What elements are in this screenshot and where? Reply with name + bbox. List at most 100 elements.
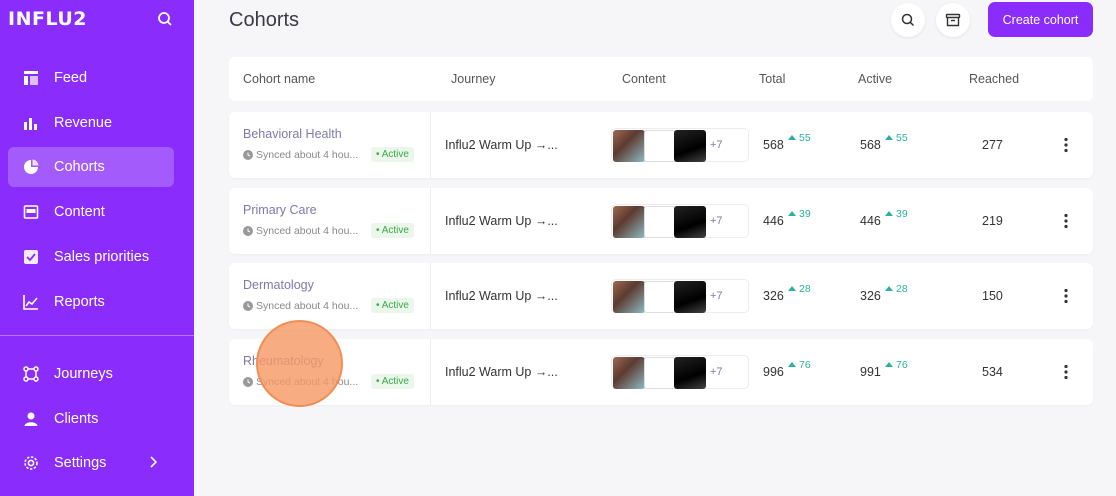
sync-status: Synced about 4 hou... [256, 149, 359, 161]
content-thumbnail [613, 206, 645, 238]
total-delta: 28 [788, 283, 811, 295]
active-delta: 28 [885, 283, 908, 295]
sidebar-item-label: Cohorts [54, 159, 105, 175]
content-thumbnail [613, 130, 645, 162]
feed-icon [22, 69, 40, 87]
arrow-up-icon [885, 286, 893, 291]
reached-count: 150 [982, 289, 1003, 303]
more-options-icon[interactable] [1063, 137, 1069, 153]
arrow-up-icon [788, 286, 796, 291]
column-divider [430, 339, 431, 405]
content-thumbnail [674, 281, 706, 313]
journey-link[interactable]: Influ2 Warm Up →... [445, 138, 558, 152]
journey-link[interactable]: Influ2 Warm Up →... [445, 289, 558, 303]
search-icon[interactable] [156, 10, 174, 28]
clock-icon [243, 226, 253, 236]
content-thumbnails[interactable]: +7 [611, 355, 749, 389]
clock-icon [243, 301, 253, 311]
active-delta-value: 28 [896, 283, 908, 295]
sidebar-item-label: Content [54, 204, 105, 220]
sidebar-item-reports[interactable]: Reports [8, 282, 174, 322]
content-thumbnail [644, 206, 676, 238]
sidebar: INFLU2 Feed Revenue Cohorts Content Sale… [0, 0, 194, 496]
pie-chart-icon [22, 158, 40, 176]
more-options-icon[interactable] [1063, 213, 1069, 229]
sidebar-item-label: Revenue [54, 115, 113, 131]
content-thumbnail [644, 281, 676, 313]
active-count: 568 [860, 138, 881, 152]
content-thumbnail [674, 130, 706, 162]
sidebar-item-settings[interactable]: Settings [8, 443, 174, 483]
active-count: 326 [860, 289, 881, 303]
journey-link[interactable]: Influ2 Warm Up →... [445, 365, 558, 379]
table-row[interactable]: Behavioral Health Synced about 4 hou... … [229, 112, 1093, 178]
sidebar-divider [0, 335, 194, 336]
checkbox-icon [22, 248, 40, 266]
arrow-up-icon [788, 362, 796, 367]
journey-link[interactable]: Influ2 Warm Up →... [445, 214, 558, 228]
sync-status: Synced about 4 hou... [256, 225, 359, 237]
active-delta-value: 39 [896, 208, 908, 220]
table-row[interactable]: Rheumatology Synced about 4 hou... • Act… [229, 339, 1093, 405]
cohort-name-link[interactable]: Primary Care [243, 203, 317, 217]
sidebar-item-sales-priorities[interactable]: Sales priorities [8, 237, 174, 277]
column-divider [430, 263, 431, 329]
clock-icon [243, 377, 253, 387]
table-row[interactable]: Dermatology Synced about 4 hou... • Acti… [229, 263, 1093, 329]
active-delta: 55 [885, 132, 908, 144]
table-row[interactable]: Primary Care Synced about 4 hou... • Act… [229, 188, 1093, 254]
active-delta-value: 76 [896, 359, 908, 371]
content-thumbnail [674, 357, 706, 389]
clock-icon [243, 150, 253, 160]
sidebar-item-journeys[interactable]: Journeys [8, 354, 174, 394]
sync-status: Synced about 4 hou... [256, 300, 359, 312]
more-content-count: +7 [710, 215, 723, 227]
page-title: Cohorts [229, 9, 300, 31]
reached-count: 534 [982, 365, 1003, 379]
arrow-up-icon [788, 211, 796, 216]
sidebar-item-label: Settings [54, 455, 107, 471]
search-icon [901, 13, 915, 27]
total-delta-value: 28 [799, 283, 811, 295]
more-content-count: +7 [710, 290, 723, 302]
content-thumbnails[interactable]: +7 [611, 204, 749, 238]
content-thumbnails[interactable]: +7 [611, 128, 749, 162]
total-delta: 39 [788, 208, 811, 220]
search-button[interactable] [891, 3, 925, 37]
sidebar-item-feed[interactable]: Feed [8, 58, 174, 98]
archive-button[interactable] [936, 3, 970, 37]
more-content-count: +7 [710, 366, 723, 378]
column-header[interactable]: Total [759, 72, 785, 86]
content-thumbnail [644, 130, 676, 162]
column-header[interactable]: Journey [451, 72, 495, 86]
user-icon [22, 410, 40, 428]
column-divider [430, 188, 431, 254]
total-count: 326 [763, 289, 784, 303]
column-header[interactable]: Reached [969, 72, 1019, 86]
column-header[interactable]: Cohort name [243, 72, 315, 86]
table-header: Cohort name Journey Content Total Active… [229, 57, 1093, 101]
sidebar-item-content[interactable]: Content [8, 192, 174, 232]
more-options-icon[interactable] [1063, 364, 1069, 380]
total-count: 446 [763, 214, 784, 228]
column-header[interactable]: Content [622, 72, 666, 86]
sidebar-item-clients[interactable]: Clients [8, 399, 174, 439]
cohort-name-link[interactable]: Behavioral Health [243, 127, 342, 141]
content-thumbnail [644, 357, 676, 389]
archive-icon [945, 13, 961, 27]
column-header[interactable]: Active [858, 72, 892, 86]
create-cohort-button[interactable]: Create cohort [988, 2, 1093, 37]
total-delta: 55 [788, 132, 811, 144]
more-options-icon[interactable] [1063, 288, 1069, 304]
total-count: 568 [763, 138, 784, 152]
cohort-name-link[interactable]: Dermatology [243, 278, 314, 292]
brand-logo[interactable]: INFLU2 [8, 8, 87, 30]
bar-chart-icon [22, 114, 40, 132]
content-thumbnails[interactable]: +7 [611, 279, 749, 313]
sidebar-item-cohorts[interactable]: Cohorts [8, 147, 174, 187]
total-count: 996 [763, 365, 784, 379]
total-delta-value: 55 [799, 132, 811, 144]
reached-count: 219 [982, 214, 1003, 228]
sidebar-item-revenue[interactable]: Revenue [8, 103, 174, 143]
sidebar-item-label: Feed [54, 70, 88, 86]
